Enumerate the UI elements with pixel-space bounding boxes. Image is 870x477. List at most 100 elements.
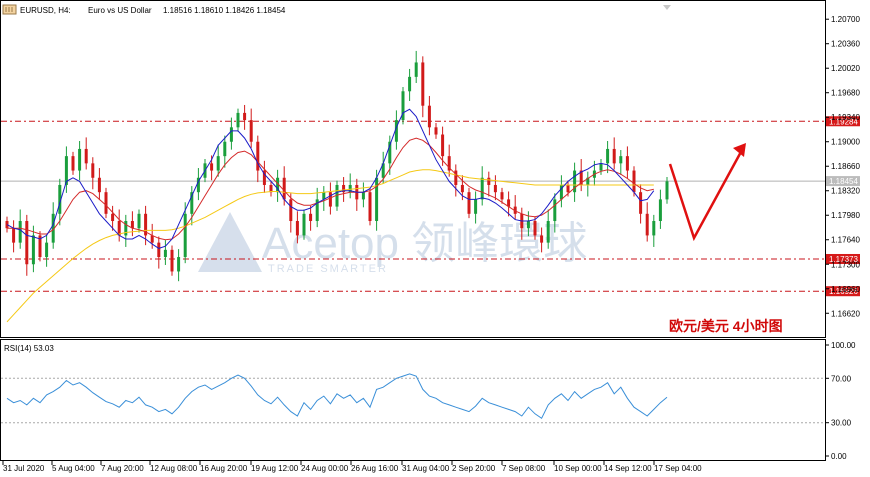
candle-body: [441, 134, 445, 157]
price-axis-label: 1.20700: [831, 15, 860, 24]
candle-body: [104, 192, 108, 214]
candle-body: [427, 105, 431, 128]
candle-body: [599, 163, 603, 171]
candle-body: [25, 221, 29, 265]
candle-body: [658, 199, 662, 222]
price-axis-label: 1.16960: [831, 285, 860, 294]
time-axis-label: 10 Sep 00:00: [554, 464, 602, 473]
price-panel-frame: [0, 0, 826, 338]
time-axis-label: 31 Aug 04:00: [402, 464, 450, 473]
candle-body: [612, 148, 616, 164]
candle-body: [31, 235, 35, 265]
forecast-arrow-path: [668, 149, 744, 242]
time-axis-label: 12 Aug 08:00: [150, 464, 198, 473]
candle-body: [625, 156, 629, 171]
rsi-axis-label: 30.00: [831, 419, 852, 428]
candle-body: [289, 199, 293, 222]
candle-body: [249, 120, 253, 142]
candle-body: [361, 192, 365, 200]
ohlc-values: 1.18516 1.18610 1.18426 1.18454: [163, 6, 286, 15]
header: EURUSD, H4: Euro vs US Dollar 1.18516 1.…: [2, 4, 671, 15]
candle-body: [632, 170, 636, 193]
price-axis-label: 1.19680: [831, 89, 860, 98]
candle-body: [256, 141, 260, 171]
price-axis-label: 1.18320: [831, 187, 860, 196]
candle-body: [414, 62, 418, 77]
candle-body: [223, 141, 227, 157]
candle-body: [45, 242, 49, 258]
candle-body: [137, 213, 141, 229]
time-axis-label: 31 Jul 2020: [3, 464, 45, 473]
candle-body: [493, 184, 497, 193]
candle-body: [645, 213, 649, 236]
candle-body: [652, 221, 656, 236]
candle-body: [216, 156, 220, 171]
candle-body: [421, 62, 425, 106]
time-axis-label: 16 Aug 20:00: [200, 464, 248, 473]
candle-body: [500, 192, 504, 200]
candle-body: [665, 181, 669, 200]
candle-body: [243, 112, 247, 121]
price-axis-label: 1.16620: [831, 309, 860, 318]
candle-body: [71, 156, 75, 171]
price-axis-label: 1.17640: [831, 236, 860, 245]
price-axis-label: 1.18660: [831, 162, 860, 171]
candle-body: [302, 213, 306, 236]
rsi-axis-label: 100.00: [831, 341, 856, 350]
candle-body: [150, 235, 154, 243]
rsi-label: RSI(14) 53.03: [4, 344, 54, 353]
candle-body: [78, 148, 82, 171]
price-axis-label: 1.17300: [831, 260, 860, 269]
forecast-arrow: [668, 143, 746, 242]
time-axis-label: 5 Aug 04:00: [52, 464, 95, 473]
candle-body: [210, 163, 214, 171]
price-axis-label: 1.17980: [831, 211, 860, 220]
candle-body: [434, 127, 438, 135]
candle-body: [639, 192, 643, 214]
candle-body: [408, 76, 412, 92]
candle-body: [295, 221, 299, 236]
candle-body: [97, 177, 101, 193]
candle-body: [526, 221, 530, 229]
symbol-label: EURUSD, H4:: [20, 6, 71, 15]
time-axis-label: 7 Sep 08:00: [502, 464, 546, 473]
collapse-arrow-icon[interactable]: [663, 5, 671, 10]
watermark-tagline: TRADE SMARTER: [268, 263, 388, 275]
time-axis-label: 19 Aug 12:00: [251, 464, 299, 473]
candle-body: [487, 177, 491, 185]
price-axis-label: 1.20360: [831, 40, 860, 49]
time-axis-label: 26 Aug 16:00: [351, 464, 399, 473]
candle-body: [566, 184, 570, 193]
rsi-panel-frame: [0, 339, 826, 461]
candle-body: [460, 184, 464, 193]
rsi-axis-label: 70.00: [831, 374, 852, 383]
rsi-axis-label: 0.00: [831, 452, 847, 461]
candle-body: [170, 249, 174, 272]
symbol-description: Euro vs US Dollar: [88, 6, 152, 15]
candle-body: [533, 221, 537, 236]
candle-body: [124, 221, 128, 236]
chart-window: Acetop 领峰環球 TRADE SMARTER 1.19284 1.17373…: [0, 0, 870, 477]
price-axis-label: 1.19000: [831, 138, 860, 147]
candle-body: [163, 249, 167, 258]
time-axis-label: 7 Aug 20:00: [101, 464, 144, 473]
candle-body: [619, 156, 623, 164]
rsi-line: [6, 373, 668, 420]
chart-canvas: Acetop 领峰環球 TRADE SMARTER 1.192841.17373…: [0, 0, 860, 473]
candle-body: [229, 127, 233, 142]
candle-body: [375, 177, 379, 222]
candle-body: [546, 221, 550, 243]
candle-body: [328, 192, 332, 207]
time-axis-label: 2 Sep 20:00: [452, 464, 496, 473]
chart-annotation: 欧元/美元 4小时图: [669, 318, 783, 334]
candle-body: [177, 257, 181, 272]
candle-body: [111, 213, 115, 222]
time-axis-label: 24 Aug 00:00: [301, 464, 349, 473]
price-axis-label: 1.19340: [831, 113, 860, 122]
candle-body: [236, 112, 240, 128]
watermark-logo-icon: [198, 212, 262, 272]
candle-body: [183, 213, 187, 258]
time-axis-label: 14 Sep 12:00: [604, 464, 652, 473]
candle-body: [18, 221, 22, 243]
price-axis-label: 1.20020: [831, 64, 860, 73]
